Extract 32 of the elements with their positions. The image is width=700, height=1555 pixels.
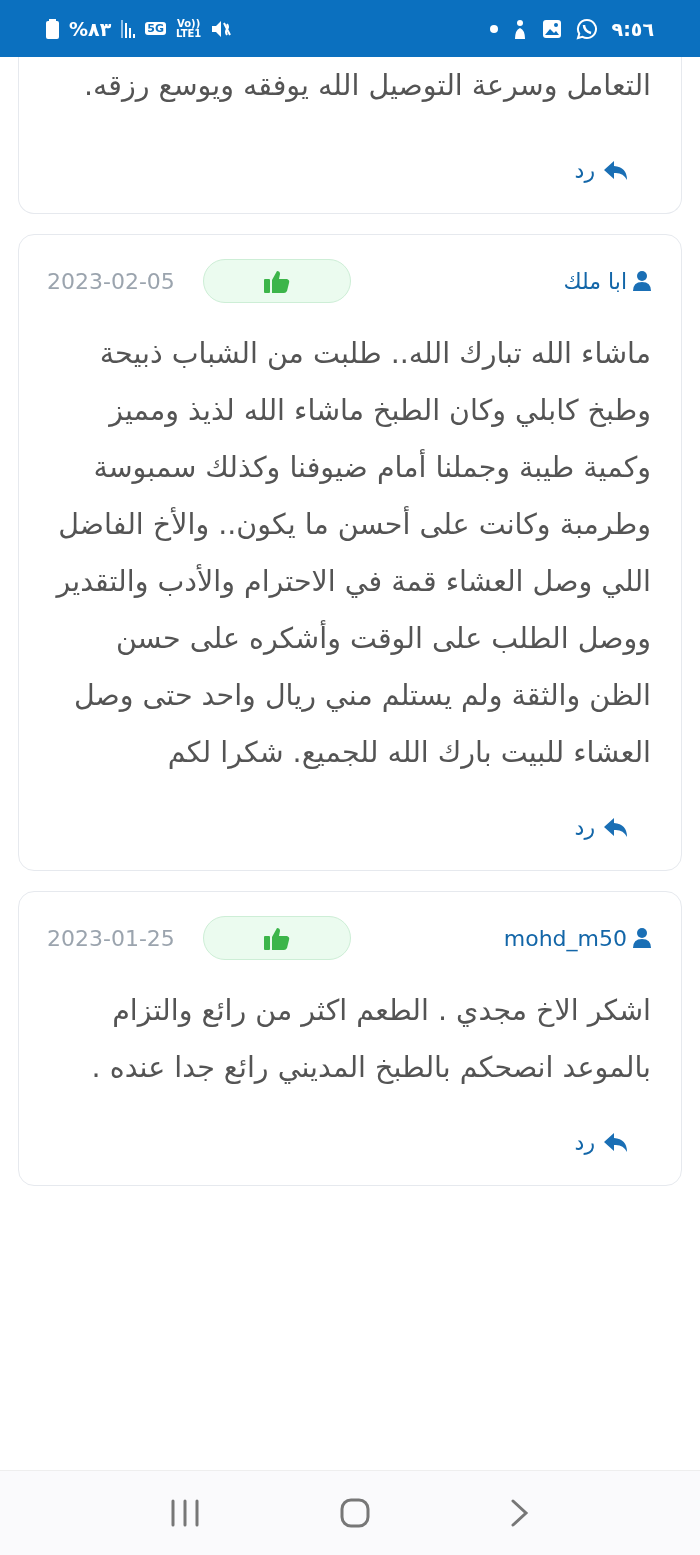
dot-icon bbox=[489, 24, 498, 33]
thumbs-up-icon bbox=[263, 269, 290, 293]
like-button[interactable] bbox=[202, 259, 351, 303]
reply-icon bbox=[603, 159, 629, 182]
clock-time: ٩:٥٦ bbox=[611, 17, 654, 40]
volte-line: LTE1 bbox=[175, 28, 202, 39]
review-date: 2023-01-25 bbox=[47, 925, 175, 951]
thumbs-up-icon bbox=[263, 926, 290, 950]
recent-apps-button[interactable] bbox=[170, 1498, 200, 1528]
volte-label: Vo)) bbox=[177, 18, 201, 29]
battery-icon bbox=[46, 18, 59, 39]
reply-icon bbox=[603, 1131, 629, 1154]
review-text: التعامل وسرعة التوصيل الله يوفقه ويوسع رزقه. bbox=[82, 68, 651, 104]
reply-icon bbox=[603, 816, 629, 839]
home-button[interactable] bbox=[340, 1498, 370, 1528]
battery-level: %٨٣ bbox=[69, 17, 112, 40]
reply-button[interactable]: رد bbox=[574, 815, 629, 840]
back-button[interactable] bbox=[510, 1498, 530, 1528]
network-type: 5G bbox=[145, 22, 166, 35]
author-name[interactable]: ابا ملك bbox=[563, 268, 627, 294]
reply-button[interactable]: رد bbox=[574, 1130, 629, 1155]
user-icon bbox=[633, 928, 651, 948]
author-name[interactable]: mohd_m50 bbox=[503, 925, 627, 951]
review-date: 2023-02-05 bbox=[47, 268, 175, 294]
signal-icon bbox=[121, 19, 136, 38]
user-icon bbox=[633, 271, 651, 291]
chat-icon bbox=[575, 17, 598, 40]
review-text: اشكر الاخ مجدي . الطعم اكثر من رائع والتزام بالموعد انصحكم بالطبخ المديني رائع جدا عنده . bbox=[90, 993, 651, 1086]
like-button[interactable] bbox=[202, 916, 351, 960]
review-text: ماشاء الله تبارك الله.. طلبت من الشباب ذبيحة وطبخ كابلي وكان الطبخ ماشاء الله لذيذ ومميز وكمية طيبة وجملنا أمام ضيوفنا وكذلك سمبوسة وطرمبة وكانت على أحسن ما يكون.. والأخ الفاضل اللي وصل العشاء قمة في الاحترام والأدب والتقدير ووصل الطلب على الوقت وأشكره على حسن الظن والثقة ولم يستلم مني ريال واحد حتى وصل العشاء للبيت بارك الله للجميع. شكرا لكم bbox=[54, 336, 651, 771]
image-icon bbox=[541, 18, 562, 39]
reply-button[interactable]: رد bbox=[574, 158, 629, 183]
